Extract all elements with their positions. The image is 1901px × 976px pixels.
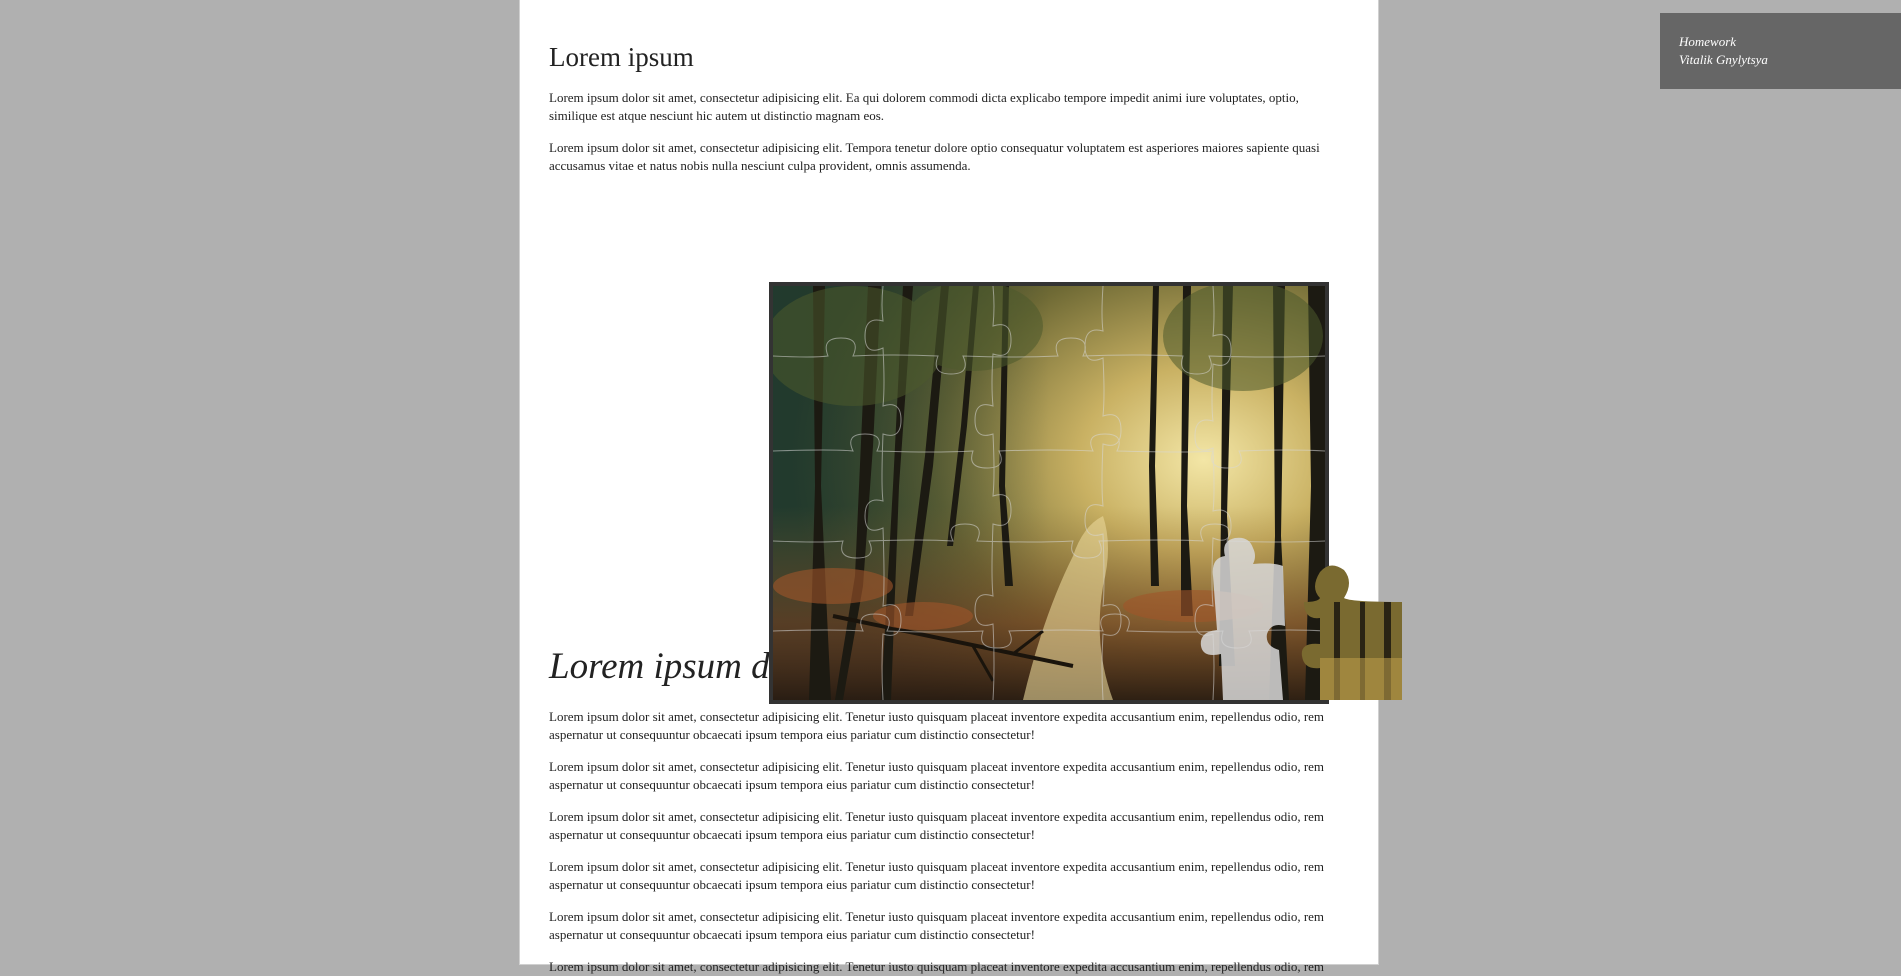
body-paragraphs: Lorem ipsum dolor sit amet, consectetur …: [549, 708, 1348, 976]
loose-puzzle-piece[interactable]: [1300, 558, 1402, 700]
forest-puzzle-image: [773, 286, 1325, 700]
puzzle-board[interactable]: [769, 282, 1329, 704]
homework-label: Homework: [1679, 34, 1737, 49]
body-paragraph: Lorem ipsum dolor sit amet, consectetur …: [549, 809, 1325, 842]
body-paragraph: Lorem ipsum dolor sit amet, consectetur …: [549, 759, 1325, 792]
intro-paragraph: Lorem ipsum dolor sit amet, consectetur …: [549, 140, 1320, 173]
homework-badge: Homework Vitalik Gnylytsya: [1660, 13, 1901, 89]
body-paragraph: Lorem ipsum dolor sit amet, consectetur …: [549, 859, 1325, 892]
body-paragraph: Lorem ipsum dolor sit amet, consectetur …: [549, 959, 1325, 974]
intro-paragraph: Lorem ipsum dolor sit amet, consectetur …: [549, 90, 1299, 123]
author-name: Vitalik Gnylytsya: [1679, 52, 1768, 67]
article-title: Lorem ipsum: [549, 42, 694, 72]
puzzle-piece-image: [1301, 565, 1402, 700]
body-paragraph: Lorem ipsum dolor sit amet, consectetur …: [549, 709, 1325, 742]
body-paragraph: Lorem ipsum dolor sit amet, consectetur …: [549, 909, 1325, 942]
